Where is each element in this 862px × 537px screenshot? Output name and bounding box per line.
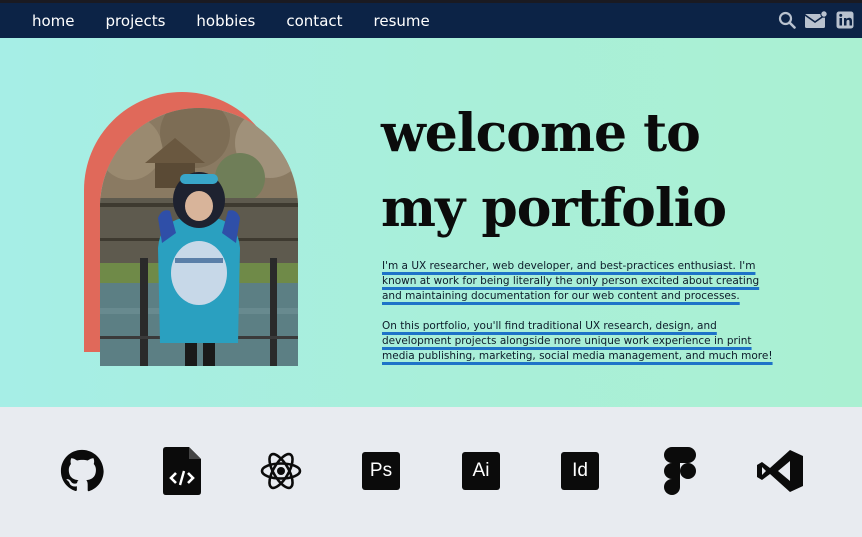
react-icon xyxy=(257,447,305,495)
profile-photo xyxy=(100,108,298,366)
intro-text-2: On this portfolio, you'll find tradition… xyxy=(382,320,773,362)
html-file-icon xyxy=(158,447,206,495)
hero-section: welcome to my portfolio I'm a UX researc… xyxy=(0,38,862,407)
visual-studio-icon xyxy=(756,447,804,495)
intro-paragraph-2: On this portfolio, you'll find tradition… xyxy=(382,319,782,364)
page-title: welcome to my portfolio xyxy=(381,96,841,246)
indesign-label: Id xyxy=(561,452,599,490)
figma-icon xyxy=(656,447,704,495)
nav-link-projects[interactable]: projects xyxy=(106,12,166,30)
main-nav: home projects hobbies contact resume xyxy=(0,3,430,38)
illustrator-label: Ai xyxy=(462,452,500,490)
illustrator-icon: Ai xyxy=(457,447,505,495)
nav-link-contact[interactable]: contact xyxy=(286,12,342,30)
linkedin-icon[interactable] xyxy=(836,11,854,29)
intro-text-1: I'm a UX researcher, web developer, and … xyxy=(382,260,760,302)
mail-icon[interactable] xyxy=(804,10,828,29)
photoshop-icon: Ps xyxy=(357,447,405,495)
nav-link-resume[interactable]: resume xyxy=(374,12,430,30)
photoshop-label: Ps xyxy=(362,452,400,490)
title-line-1: welcome to xyxy=(381,103,701,164)
title-line-2: my portfolio xyxy=(381,178,727,239)
github-icon xyxy=(58,447,106,495)
search-icon[interactable] xyxy=(778,11,796,29)
intro-paragraph-1: I'm a UX researcher, web developer, and … xyxy=(382,259,782,304)
indesign-icon: Id xyxy=(556,447,604,495)
skills-section: Ps Ai Id xyxy=(0,407,862,537)
top-nav-bar: home projects hobbies contact resume xyxy=(0,0,862,38)
nav-link-hobbies[interactable]: hobbies xyxy=(196,12,255,30)
nav-link-home[interactable]: home xyxy=(32,12,75,30)
nav-icon-group xyxy=(778,10,854,29)
